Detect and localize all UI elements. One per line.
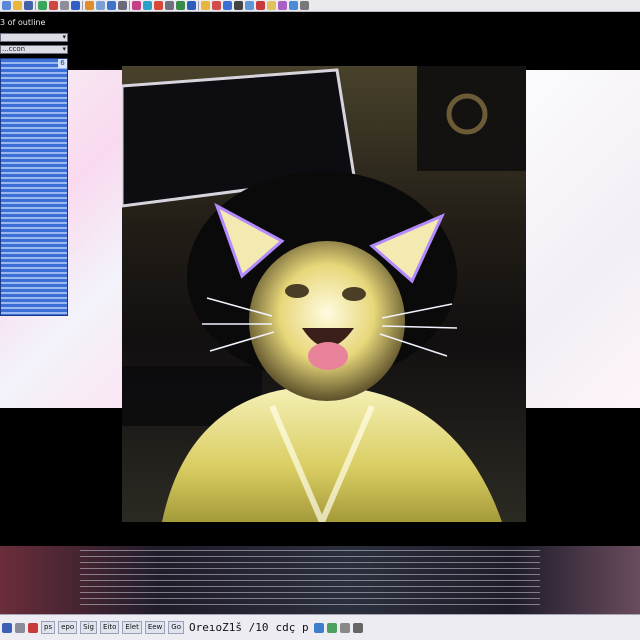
taskbar-item-3[interactable]: Sig [80,621,97,634]
background-window-right [526,70,640,408]
stop-icon[interactable] [49,1,58,10]
tray-icon-3[interactable] [339,622,350,633]
history-icon[interactable] [96,1,105,10]
music-icon[interactable] [278,1,287,10]
edit-icon[interactable] [132,1,141,10]
sidebar-list-panel[interactable]: 6 [0,58,68,316]
taskbar-item-5[interactable]: Elet [122,621,142,634]
sidebar-select-2[interactable]: ...ccon [0,45,68,54]
settings-icon[interactable] [165,1,174,10]
background-lines [80,550,540,610]
close-icon[interactable] [28,622,38,633]
toolbar-separator [129,1,130,10]
toolbar-separator [35,1,36,10]
globe-icon[interactable] [245,1,254,10]
mail-icon[interactable] [107,1,116,10]
taskbar: ps epo Sig Eito Elet Eew Go OreıoZ1š /10… [0,614,640,640]
bookmark-icon[interactable] [85,1,94,10]
taskbar-item-1[interactable]: ps [41,621,56,634]
sidebar-title: 3 of outline [0,18,46,27]
taskbar-clock[interactable]: OreıoZ1š /10 [187,621,270,634]
taskbar-item-6[interactable]: Eew [144,621,166,634]
toolbar-separator [198,1,199,10]
print-icon[interactable] [118,1,127,10]
tray-icon-1[interactable] [313,622,324,633]
toolbar-separator [82,1,83,10]
folder-icon[interactable] [13,1,22,10]
warning-icon[interactable] [201,1,210,10]
tray-icon-4[interactable] [352,622,363,633]
taskbar-item-7[interactable]: Go [168,621,184,634]
tools-icon[interactable] [176,1,185,10]
nav-icon[interactable] [2,1,11,10]
photo-graphic [122,66,526,522]
save-icon[interactable] [24,1,33,10]
sidebar-select-1[interactable] [0,33,68,42]
webcam-photo [122,66,526,522]
people-icon[interactable] [223,1,232,10]
star-icon[interactable] [15,622,25,633]
home-icon[interactable] [60,1,69,10]
chat-icon[interactable] [143,1,152,10]
top-toolbar [0,0,640,12]
lock-icon[interactable] [300,1,309,10]
media-icon[interactable] [154,1,163,10]
photo-icon[interactable] [212,1,221,10]
taskbar-item-2[interactable]: epo [58,621,78,634]
tray-icon-2[interactable] [326,622,337,633]
taskbar-tray-text[interactable]: cdç p [273,621,310,634]
help-icon[interactable] [187,1,196,10]
note-icon[interactable] [267,1,276,10]
taskbar-item-4[interactable]: Eito [99,621,120,634]
calendar-icon[interactable] [256,1,265,10]
refresh-icon[interactable] [38,1,47,10]
start-icon[interactable] [2,622,12,633]
panel-scroll-cap[interactable]: 6 [58,59,67,68]
background-desktop-strip [0,546,640,614]
network-icon[interactable] [289,1,298,10]
search-icon[interactable] [71,1,80,10]
video-icon[interactable] [234,1,243,10]
